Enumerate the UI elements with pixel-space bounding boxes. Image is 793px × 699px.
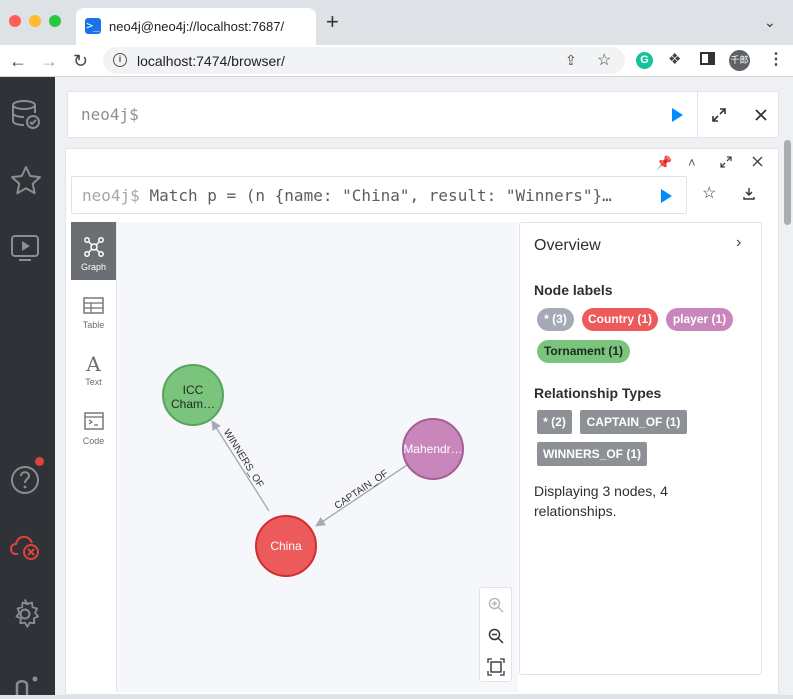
node-label-player-pill[interactable]: player (1) bbox=[666, 308, 733, 331]
tab-code-label: Code bbox=[82, 436, 105, 446]
browser-toolbar: ← → ↻ i localhost:7474/browser/ ⇪ ☆ G ❖ … bbox=[0, 45, 793, 77]
overview-panel: Overview › Node labels * (3) Country (1)… bbox=[519, 222, 762, 675]
neo4j-logo-icon[interactable] bbox=[9, 665, 43, 699]
help-icon[interactable] bbox=[9, 463, 43, 497]
maximize-window-button[interactable] bbox=[49, 15, 61, 27]
node-label-tornament-pill[interactable]: Tornament (1) bbox=[537, 340, 630, 363]
clear-editor-close-icon[interactable] bbox=[754, 108, 768, 122]
graph-node-china[interactable]: China bbox=[255, 515, 317, 577]
run-query-play-icon[interactable] bbox=[672, 108, 683, 122]
zoom-in-icon[interactable] bbox=[487, 596, 505, 614]
cypher-editor-input[interactable]: neo4j$ bbox=[68, 92, 698, 137]
graph-svg: WINNERS_OF CAPTAIN_OF ICC Cham… Mahendr…… bbox=[162, 364, 464, 577]
text-icon: A bbox=[86, 352, 101, 376]
frame-query-prompt: neo4j$ bbox=[82, 186, 140, 205]
tab-text-label: Text bbox=[85, 377, 102, 387]
bookmark-star-icon[interactable]: ☆ bbox=[597, 50, 611, 70]
address-bar[interactable]: i localhost:7474/browser/ ⇪ ☆ bbox=[103, 47, 625, 74]
relationship-captain-of-label: CAPTAIN_OF bbox=[333, 468, 391, 512]
cypher-editor-bar: neo4j$ bbox=[67, 91, 779, 138]
zoom-controls bbox=[479, 587, 512, 682]
table-icon bbox=[83, 297, 104, 314]
favorites-star-icon[interactable] bbox=[9, 164, 43, 198]
tab-graph-label: Graph bbox=[80, 262, 106, 272]
neo4j-sidebar bbox=[0, 77, 55, 695]
extensions-puzzle-icon[interactable]: ❖ bbox=[668, 50, 681, 68]
site-info-icon[interactable]: i bbox=[113, 53, 127, 67]
expand-editor-icon[interactable] bbox=[712, 108, 726, 122]
forward-arrow-icon[interactable]: → bbox=[40, 51, 58, 71]
main-scrollbar[interactable] bbox=[784, 140, 791, 225]
guides-play-icon[interactable] bbox=[9, 231, 43, 265]
tab-text[interactable]: A Text bbox=[71, 338, 116, 396]
editor-prompt: neo4j$ bbox=[81, 105, 139, 124]
reload-icon[interactable]: ↻ bbox=[73, 51, 88, 71]
terminal-favicon-icon: >_ bbox=[85, 18, 101, 34]
relationship-winners-of-label: WINNERS_OF bbox=[221, 427, 266, 489]
new-tab-button[interactable]: + bbox=[326, 11, 339, 33]
node-label-all-pill[interactable]: * (3) bbox=[537, 308, 574, 331]
close-frame-icon[interactable] bbox=[752, 156, 763, 167]
pin-frame-icon[interactable]: 📌 bbox=[656, 155, 672, 171]
connection-error-cloud-icon[interactable] bbox=[9, 530, 43, 564]
code-icon bbox=[84, 412, 104, 430]
tab-title: neo4j@neo4j://localhost:7687/ bbox=[109, 19, 285, 34]
close-window-button[interactable] bbox=[9, 15, 21, 27]
node-mahendr-label: Mahendr… bbox=[403, 442, 462, 456]
profile-avatar[interactable]: 千郎 bbox=[729, 50, 750, 71]
grammarly-extension-icon[interactable]: G bbox=[636, 52, 653, 69]
node-icc-label-line2: Cham… bbox=[171, 397, 215, 411]
notification-dot bbox=[35, 457, 44, 466]
frame-query[interactable]: neo4j$ Match p = (n {name: "China", resu… bbox=[71, 176, 687, 214]
graph-icon bbox=[84, 237, 104, 257]
tab-code[interactable]: Code bbox=[71, 396, 116, 454]
node-label-country-pill[interactable]: Country (1) bbox=[582, 308, 658, 331]
overview-summary: Displaying 3 nodes, 4 relationships. bbox=[534, 483, 668, 519]
tab-table-label: Table bbox=[82, 320, 105, 330]
zoom-out-icon[interactable] bbox=[487, 627, 505, 645]
collapse-frame-icon[interactable]: ˄ bbox=[688, 155, 696, 170]
back-arrow-icon[interactable]: ← bbox=[9, 51, 27, 71]
minimize-window-button[interactable] bbox=[29, 15, 41, 27]
rel-type-all-badge[interactable]: * (2) bbox=[537, 410, 572, 434]
tab-search-chevron-icon[interactable]: ⌄ bbox=[764, 14, 776, 31]
relationship-winners-of-line[interactable] bbox=[211, 420, 270, 512]
browser-menu-icon[interactable]: ⋮ bbox=[768, 49, 784, 69]
node-icc-label-line1: ICC bbox=[183, 383, 204, 397]
node-china-label: China bbox=[270, 539, 302, 553]
browser-tab-bar: >_ neo4j@neo4j://localhost:7687/ + ⌄ bbox=[0, 0, 793, 45]
overview-title: Overview bbox=[534, 237, 601, 254]
rel-type-winners-of-badge[interactable]: WINNERS_OF (1) bbox=[537, 442, 647, 466]
save-favorite-star-icon[interactable]: ☆ bbox=[702, 183, 716, 203]
collapse-overview-chevron-icon[interactable]: › bbox=[736, 234, 741, 252]
share-icon[interactable]: ⇪ bbox=[565, 52, 577, 69]
url-text[interactable]: localhost:7474/browser/ bbox=[137, 53, 285, 69]
database-icon[interactable] bbox=[9, 97, 43, 131]
main-content: neo4j$ 📌 ˄ neo4j$ Match p = (n {name: "C… bbox=[55, 77, 793, 695]
side-panel-icon[interactable] bbox=[700, 52, 715, 65]
frame-query-cypher: Match p = (n {name: "China", result: "Wi… bbox=[149, 186, 612, 205]
relationship-types-heading: Relationship Types bbox=[534, 385, 662, 401]
fit-to-screen-icon[interactable] bbox=[487, 658, 505, 676]
settings-gear-icon[interactable] bbox=[9, 597, 43, 631]
result-frame: 📌 ˄ neo4j$ Match p = (n {name: "China", … bbox=[65, 148, 779, 695]
browser-tab[interactable]: >_ neo4j@neo4j://localhost:7687/ bbox=[76, 8, 316, 45]
frame-query-text: neo4j$ Match p = (n {name: "China", resu… bbox=[82, 186, 612, 205]
fullscreen-frame-icon[interactable] bbox=[720, 156, 732, 168]
rerun-query-play-icon[interactable] bbox=[661, 189, 672, 203]
tab-table[interactable]: Table bbox=[71, 280, 116, 338]
view-tabs: Graph Table A Text Code bbox=[71, 222, 117, 692]
graph-node-icc[interactable]: ICC Cham… bbox=[162, 364, 224, 426]
graph-canvas[interactable]: WINNERS_OF CAPTAIN_OF ICC Cham… Mahendr…… bbox=[117, 222, 518, 692]
graph-node-mahendr[interactable]: Mahendr… bbox=[402, 418, 464, 480]
node-labels-heading: Node labels bbox=[534, 282, 613, 298]
tab-graph[interactable]: Graph bbox=[71, 222, 116, 280]
rel-type-captain-of-badge[interactable]: CAPTAIN_OF (1) bbox=[580, 410, 687, 434]
download-icon[interactable] bbox=[743, 187, 755, 200]
